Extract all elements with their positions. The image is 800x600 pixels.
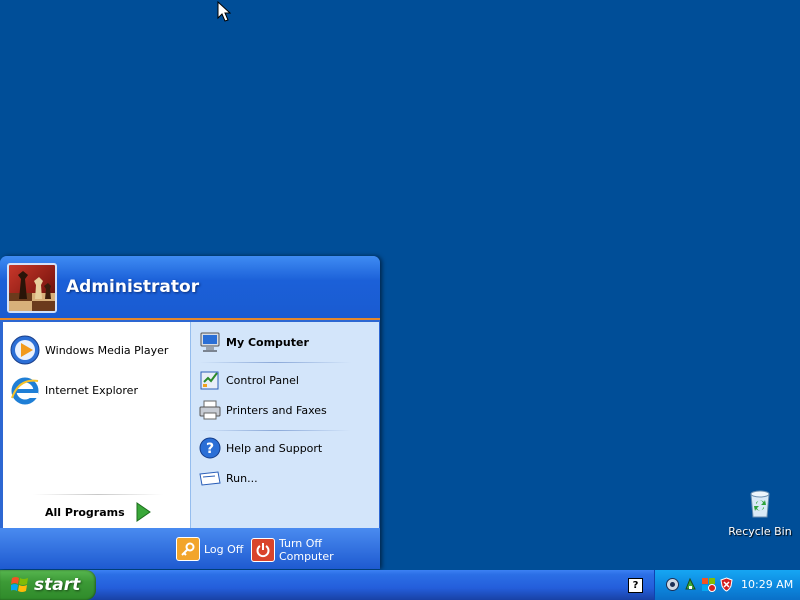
divider	[33, 494, 163, 495]
divider	[199, 430, 351, 431]
recycle-bin-icon	[750, 490, 770, 518]
control-panel-icon	[200, 371, 219, 390]
power-icon	[251, 538, 275, 562]
internet-explorer-icon	[11, 377, 39, 405]
all-programs-button[interactable]: All Programs	[45, 502, 151, 522]
all-programs-label: All Programs	[45, 505, 125, 519]
windows-logo-icon	[11, 577, 28, 592]
start-button[interactable]: start	[0, 570, 96, 600]
log-off-button[interactable]: Log Off	[176, 537, 243, 561]
menu-item-printers-and-faxes[interactable]: Printers and Faxes	[198, 398, 327, 422]
desktop-icon-recycle-bin[interactable]: Recycle Bin	[728, 487, 792, 538]
svg-text:?: ?	[206, 441, 214, 457]
start-menu-header: Administrator	[0, 256, 380, 320]
places-panel: My Computer Control Panel Printers and F…	[190, 322, 379, 528]
menu-item-run[interactable]: Run...	[198, 466, 258, 490]
help-icon[interactable]: ?	[628, 578, 643, 593]
menu-item-my-computer[interactable]: My Computer	[198, 330, 309, 354]
start-label: start	[34, 575, 81, 595]
desktop-icon-label: Recycle Bin	[728, 525, 792, 538]
menu-item-label: Windows Media Player	[45, 343, 169, 357]
turn-off-label: Turn Off Computer	[278, 537, 334, 563]
network-icon[interactable]	[665, 577, 680, 592]
start-menu: Administrator Windows Media Player Inter…	[0, 256, 380, 569]
pinned-programs-panel: Windows Media Player Internet Explorer A…	[3, 322, 190, 528]
mouse-cursor-icon	[217, 1, 231, 22]
menu-item-label: Control Panel	[226, 373, 299, 387]
media-player-icon	[10, 335, 40, 365]
menu-item-internet-explorer[interactable]: Internet Explorer	[9, 374, 138, 406]
printer-icon	[199, 400, 221, 420]
log-off-label: Log Off	[204, 542, 244, 556]
menu-item-windows-media-player[interactable]: Windows Media Player	[9, 334, 168, 366]
turn-off-computer-button[interactable]: Turn Off Computer	[251, 537, 380, 563]
security-center-icon[interactable]	[701, 577, 716, 592]
safely-remove-hardware-icon[interactable]	[683, 577, 698, 592]
my-computer-icon	[200, 332, 220, 352]
menu-item-label: Internet Explorer	[45, 383, 138, 397]
menu-item-label: Help and Support	[226, 441, 323, 455]
divider	[199, 362, 351, 363]
arrow-right-icon	[136, 502, 151, 522]
menu-item-help-and-support[interactable]: ? Help and Support	[198, 436, 322, 460]
menu-item-label: Run...	[226, 471, 258, 485]
menu-item-label: My Computer	[226, 335, 309, 349]
security-alert-shield-icon[interactable]	[719, 577, 734, 592]
menu-item-control-panel[interactable]: Control Panel	[198, 368, 299, 392]
start-menu-footer: Log Off Turn Off Computer	[0, 528, 380, 569]
user-name: Administrator	[66, 277, 200, 297]
key-icon	[176, 537, 200, 561]
system-tray: 10:29 AM	[654, 570, 800, 600]
taskbar: start ? 10:29 AM	[0, 570, 800, 600]
help-icon: ?	[199, 437, 221, 459]
menu-item-label: Printers and Faxes	[226, 403, 327, 417]
run-icon	[199, 471, 221, 486]
clock[interactable]: 10:29 AM	[741, 578, 793, 591]
user-avatar[interactable]	[7, 263, 57, 313]
